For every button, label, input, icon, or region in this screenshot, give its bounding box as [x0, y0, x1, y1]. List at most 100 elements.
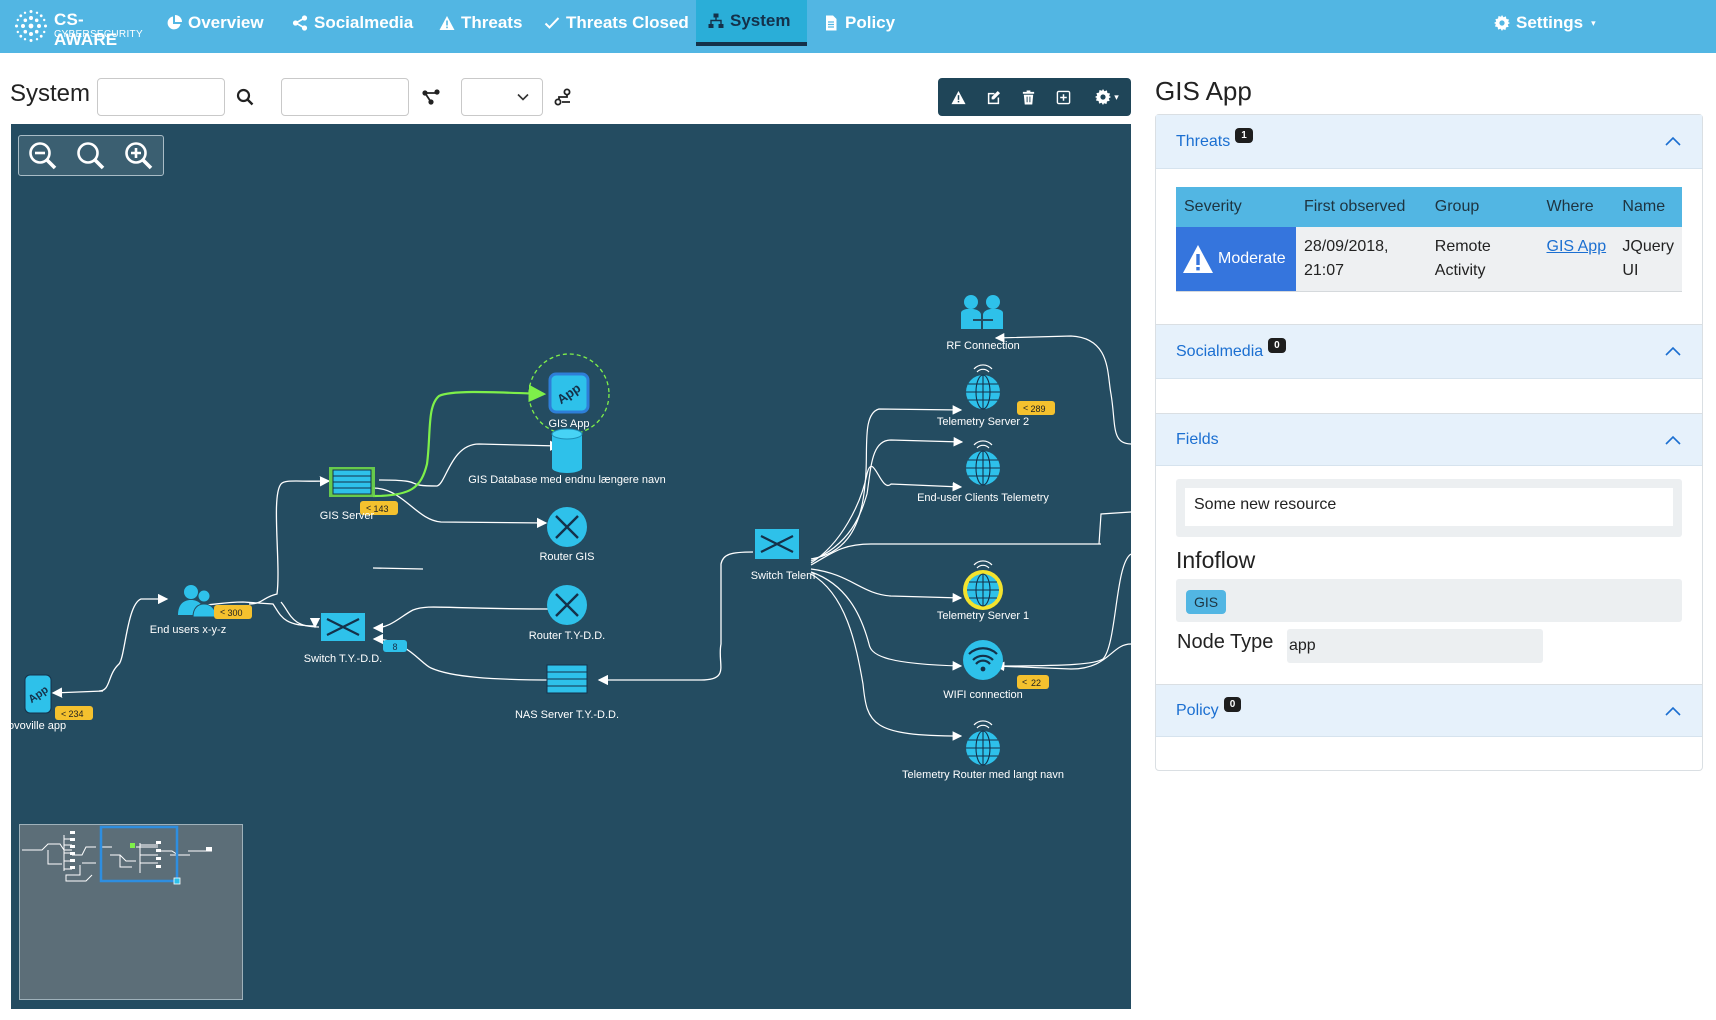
zoom-reset-icon[interactable]: [75, 140, 107, 172]
nav-threats-closed-label: Threats Closed: [566, 13, 689, 32]
zoom-controls: [18, 135, 164, 176]
resource-name-input[interactable]: Some new resource: [1185, 488, 1673, 526]
plus-square-icon: [1056, 90, 1071, 104]
node-label: GIS Database med endnu længere navn: [468, 474, 666, 486]
col-name[interactable]: Name: [1614, 187, 1682, 227]
add-threat-button[interactable]: [950, 89, 967, 106]
chevron-down-icon: [517, 93, 529, 101]
node-end-users[interactable]: 300 < End users x-y-z: [150, 585, 252, 636]
nav-socialmedia-label: Socialmedia: [314, 13, 414, 32]
zoom-in-icon[interactable]: [123, 140, 155, 172]
group-cell: Remote Activity: [1426, 227, 1539, 292]
graph-minimap[interactable]: [19, 824, 243, 1000]
nav-threats[interactable]: Threats: [427, 0, 534, 46]
graph-settings-button[interactable]: ▾: [1090, 89, 1124, 106]
col-where[interactable]: Where: [1538, 187, 1615, 227]
delete-node-button[interactable]: [1020, 89, 1037, 106]
node-wifi-connection[interactable]: 22 < WIFI connection: [943, 640, 1049, 701]
where-cell: GIS App: [1538, 227, 1615, 292]
node-gis-database[interactable]: GIS Database med endnu længere navn: [468, 428, 666, 486]
section-socialmedia-header[interactable]: Socialmedia 0: [1156, 325, 1702, 379]
node-label: GIS Server: [320, 510, 375, 522]
severity-label: Moderate: [1218, 250, 1286, 268]
col-severity[interactable]: Severity: [1176, 187, 1296, 227]
node-switch-tydd[interactable]: 8 Switch T.Y.-D.D.: [304, 613, 407, 665]
node-badge: 289: [1030, 404, 1045, 414]
node-telemetry-server-2[interactable]: 289 < Telemetry Server 2: [937, 364, 1055, 428]
gear-icon: [1095, 89, 1112, 105]
node-search-input[interactable]: [97, 78, 225, 116]
node-actions-toolbar: ▾: [938, 78, 1131, 116]
path-input[interactable]: [281, 78, 409, 116]
node-telemetry-server-1[interactable]: Telemetry Server 1: [937, 560, 1029, 622]
warning-icon: [1183, 245, 1213, 273]
svg-text:<: <: [61, 709, 66, 719]
top-navbar: CS-AWARE CYBERSECURITY Overview Socialme…: [0, 0, 1716, 53]
node-nas-server[interactable]: NAS Server T.Y.-D.D.: [515, 664, 619, 721]
section-threats-header[interactable]: Threats 1: [1156, 115, 1702, 169]
section-policy-header[interactable]: Policy 0: [1156, 685, 1702, 737]
node-type-input[interactable]: app: [1287, 629, 1543, 663]
trash-icon: [1022, 89, 1035, 105]
col-group[interactable]: Group: [1426, 187, 1539, 227]
warning-icon: [951, 90, 966, 104]
node-rf-connection[interactable]: RF Connection: [946, 295, 1020, 352]
apply-layout-button[interactable]: [550, 84, 576, 110]
node-router-gis[interactable]: Router GIS: [539, 507, 595, 563]
layout-select[interactable]: [461, 78, 543, 116]
chevron-up-icon: [1665, 706, 1681, 716]
section-fields-label: Fields: [1176, 430, 1219, 448]
node-badge: 143: [373, 504, 388, 514]
zoom-out-icon[interactable]: [27, 140, 59, 172]
nav-system[interactable]: System: [696, 0, 807, 46]
first-observed-cell: 28/09/2018, 21:07: [1295, 227, 1427, 292]
settings-dropdown[interactable]: Settings ▾: [1482, 0, 1608, 46]
where-link[interactable]: GIS App: [1547, 238, 1607, 255]
node-end-user-clients-telemetry[interactable]: End-user Clients Telemetry: [917, 440, 1049, 504]
infoflow-tags-input[interactable]: GIS: [1176, 579, 1682, 622]
socialmedia-count-badge: 0: [1268, 338, 1286, 353]
node-label: Switch T.Y.-D.D.: [304, 653, 382, 665]
section-policy-label: Policy: [1176, 701, 1219, 719]
edit-icon: [987, 90, 1001, 104]
gear-icon: [1494, 15, 1510, 31]
node-label: RF Connection: [946, 340, 1019, 352]
caret-down-icon: ▾: [1114, 91, 1119, 102]
node-label: Telemetry Router med langt navn: [902, 769, 1064, 781]
node-badge: 234: [68, 709, 83, 719]
edit-node-button[interactable]: [985, 89, 1002, 106]
caret-down-icon: ▾: [1591, 17, 1596, 28]
infoflow-heading: Infoflow: [1176, 547, 1256, 573]
node-router-tydd[interactable]: Router T.Y-D.D.: [529, 585, 605, 642]
svg-text:<: <: [220, 607, 225, 617]
add-node-button[interactable]: [1055, 89, 1072, 106]
network-graph-canvas[interactable]: App GIS App GIS Database med endnu længe…: [11, 124, 1131, 1009]
nav-policy[interactable]: Policy: [811, 0, 907, 46]
node-telemetry-router[interactable]: Telemetry Router med langt navn: [902, 720, 1064, 781]
node-label: GIS App: [549, 418, 590, 430]
chevron-up-icon: [1665, 435, 1681, 445]
node-ovoville-app[interactable]: App 234 < ovoville app: [11, 674, 93, 732]
nav-threats-label: Threats: [461, 13, 523, 32]
node-badge: 8: [392, 642, 397, 652]
nav-socialmedia[interactable]: Socialmedia: [280, 0, 425, 46]
brand-logo[interactable]: CS-AWARE CYBERSECURITY: [14, 7, 143, 49]
share-icon: [292, 15, 308, 31]
search-button[interactable]: [232, 84, 258, 110]
node-badge: 22: [1031, 678, 1041, 688]
section-socialmedia-label: Socialmedia: [1176, 342, 1264, 360]
nav-threats-closed[interactable]: Threats Closed: [532, 0, 701, 46]
find-path-button[interactable]: [418, 84, 444, 110]
infoflow-tag[interactable]: GIS: [1186, 590, 1227, 614]
col-first-observed[interactable]: First observed: [1295, 187, 1427, 227]
warning-icon: [439, 16, 455, 30]
route-icon: [554, 88, 571, 106]
detail-card: Threats 1 Severity First observed Group …: [1155, 114, 1703, 771]
nav-overview[interactable]: Overview: [154, 0, 276, 46]
table-row[interactable]: Moderate 28/09/2018, 21:07 Remote Activi…: [1176, 227, 1682, 292]
file-icon: [826, 15, 837, 31]
threats-count-badge: 1: [1235, 128, 1253, 143]
nav-policy-label: Policy: [845, 13, 896, 32]
section-fields-header[interactable]: Fields: [1156, 414, 1702, 466]
node-switch-telem[interactable]: Switch Telem: [751, 529, 816, 582]
